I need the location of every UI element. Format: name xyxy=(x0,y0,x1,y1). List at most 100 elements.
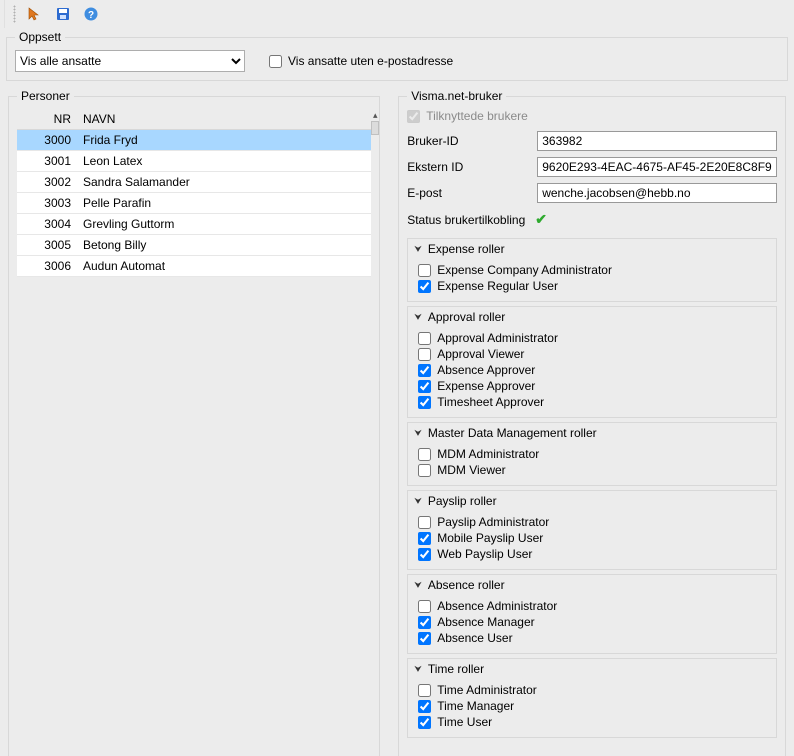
table-row[interactable]: 3006Audun Automat xyxy=(17,256,371,277)
persons-scrollbar[interactable]: ▴ xyxy=(371,109,379,135)
role-group-header[interactable]: ⮟Payslip roller xyxy=(408,491,776,511)
role-checkbox-label: Approval Administrator xyxy=(437,331,558,345)
role-checkbox-input[interactable] xyxy=(418,332,431,345)
role-group-header[interactable]: ⮟ Master Data Management roller xyxy=(408,423,776,443)
personer-legend: Personer xyxy=(17,89,74,103)
person-nr: 3001 xyxy=(17,151,77,172)
table-row[interactable]: 3002Sandra Salamander xyxy=(17,172,371,193)
oppsett-legend: Oppsett xyxy=(15,30,65,44)
role-checkbox[interactable]: Absence Manager xyxy=(418,615,766,629)
role-checkbox[interactable]: Web Payslip User xyxy=(418,547,766,561)
scroll-thumb[interactable] xyxy=(371,121,379,135)
role-checkbox-input[interactable] xyxy=(418,700,431,713)
role-checkbox-input[interactable] xyxy=(418,632,431,645)
person-nr: 3006 xyxy=(17,256,77,277)
person-navn: Audun Automat xyxy=(77,256,371,277)
role-group-header[interactable]: ⮟Expense roller xyxy=(408,239,776,259)
table-row[interactable]: 3001Leon Latex xyxy=(17,151,371,172)
role-checkbox-input[interactable] xyxy=(418,280,431,293)
role-checkbox-label: MDM Viewer xyxy=(437,463,505,477)
chevron-down-icon: ⮟ xyxy=(414,428,422,439)
person-filter-select[interactable]: Vis alle ansatte xyxy=(15,50,245,72)
role-checkbox[interactable]: Expense Approver xyxy=(418,379,766,393)
person-nr: 3004 xyxy=(17,214,77,235)
role-checkbox-input[interactable] xyxy=(418,380,431,393)
role-checkbox[interactable]: Expense Company Administrator xyxy=(418,263,766,277)
persons-col-nr[interactable]: NR xyxy=(17,109,77,130)
role-checkbox-input[interactable] xyxy=(418,516,431,529)
role-group: ⮟ Approval roller Approval Administrator Ap… xyxy=(407,306,777,418)
role-checkbox-input[interactable] xyxy=(418,548,431,561)
chevron-down-icon: ⮟ xyxy=(414,580,422,591)
role-checkbox[interactable]: MDM Administrator xyxy=(418,447,766,461)
epost-label: E-post xyxy=(407,186,537,200)
scroll-up-icon[interactable]: ▴ xyxy=(371,109,379,121)
role-checkbox-label: Expense Regular User xyxy=(437,279,558,293)
role-checkbox-input[interactable] xyxy=(418,684,431,697)
pointer-icon[interactable] xyxy=(26,5,44,23)
persons-col-navn[interactable]: NAVN xyxy=(77,109,371,130)
ekstern-id-field[interactable] xyxy=(537,157,777,177)
role-checkbox[interactable]: MDM Viewer xyxy=(418,463,766,477)
bruker-legend: Visma.net-bruker xyxy=(407,89,506,103)
table-row[interactable]: 3004Grevling Guttorm xyxy=(17,214,371,235)
show-no-email-input[interactable] xyxy=(269,55,282,68)
ekstern-id-label: Ekstern ID xyxy=(407,160,537,174)
show-no-email-checkbox[interactable]: Vis ansatte uten e-postadresse xyxy=(269,54,453,68)
role-checkbox-input[interactable] xyxy=(418,464,431,477)
role-checkbox[interactable]: Approval Administrator xyxy=(418,331,766,345)
role-checkbox[interactable]: Timesheet Approver xyxy=(418,395,766,409)
persons-table-wrap: NR NAVN 3000Frida Fryd3001Leon Latex3002… xyxy=(17,109,371,277)
chevron-down-icon: ⮟ xyxy=(414,312,422,323)
role-checkbox-label: Expense Approver xyxy=(437,379,535,393)
role-group-body: Absence Administrator Absence Manager Abse… xyxy=(408,595,776,653)
role-checkbox[interactable]: Absence Administrator xyxy=(418,599,766,613)
person-navn: Pelle Parafin xyxy=(77,193,371,214)
person-navn: Frida Fryd xyxy=(77,130,371,151)
role-group-header[interactable]: ⮟Time roller xyxy=(408,659,776,679)
role-checkbox-input[interactable] xyxy=(418,364,431,377)
bruker-id-field[interactable] xyxy=(537,131,777,151)
role-checkbox-input[interactable] xyxy=(418,616,431,629)
role-group-title: Approval roller xyxy=(428,310,505,324)
role-checkbox-input[interactable] xyxy=(418,264,431,277)
person-navn: Betong Billy xyxy=(77,235,371,256)
status-ok-icon: ✔ xyxy=(535,211,547,228)
app-window: ? Oppsett Vis alle ansatte Vis ansatte u… xyxy=(0,0,794,756)
table-row[interactable]: 3003Pelle Parafin xyxy=(17,193,371,214)
role-group-body: Payslip Administrator Mobile Payslip User… xyxy=(408,511,776,569)
role-group: ⮟Payslip roller Payslip Administrator Mobi… xyxy=(407,490,777,570)
table-row[interactable]: 3005Betong Billy xyxy=(17,235,371,256)
personer-group: Personer NR NAVN 3000Frida Fryd3001Leon … xyxy=(8,89,380,756)
role-group-title: Time roller xyxy=(428,662,484,676)
role-group-body: Expense Company Administrator Expense Reg… xyxy=(408,259,776,301)
role-checkbox[interactable]: Mobile Payslip User xyxy=(418,531,766,545)
role-checkbox-input[interactable] xyxy=(418,600,431,613)
role-checkbox-input[interactable] xyxy=(418,448,431,461)
role-checkbox-label: Mobile Payslip User xyxy=(437,531,543,545)
role-checkbox[interactable]: Time Manager xyxy=(418,699,766,713)
table-row[interactable]: 3000Frida Fryd xyxy=(17,130,371,151)
role-checkbox[interactable]: Approval Viewer xyxy=(418,347,766,361)
role-checkbox[interactable]: Time User xyxy=(418,715,766,729)
role-group-title: Master Data Management roller xyxy=(428,426,597,440)
role-checkbox-label: Time Manager xyxy=(437,699,514,713)
role-checkbox[interactable]: Payslip Administrator xyxy=(418,515,766,529)
role-group: ⮟Time roller Time Administrator Time Manag… xyxy=(407,658,777,738)
person-navn: Sandra Salamander xyxy=(77,172,371,193)
role-checkbox[interactable]: Expense Regular User xyxy=(418,279,766,293)
save-icon[interactable] xyxy=(54,5,72,23)
role-checkbox-input[interactable] xyxy=(418,716,431,729)
help-icon[interactable]: ? xyxy=(82,5,100,23)
role-checkbox[interactable]: Absence User xyxy=(418,631,766,645)
role-checkbox[interactable]: Time Administrator xyxy=(418,683,766,697)
role-group-header[interactable]: ⮟Absence roller xyxy=(408,575,776,595)
epost-field[interactable] xyxy=(537,183,777,203)
role-checkbox-label: Approval Viewer xyxy=(437,347,524,361)
role-checkbox-input[interactable] xyxy=(418,532,431,545)
role-checkbox-input[interactable] xyxy=(418,348,431,361)
oppsett-group: Oppsett Vis alle ansatte Vis ansatte ute… xyxy=(6,30,788,81)
role-group-header[interactable]: ⮟ Approval roller xyxy=(408,307,776,327)
role-checkbox[interactable]: Absence Approver xyxy=(418,363,766,377)
role-checkbox-input[interactable] xyxy=(418,396,431,409)
